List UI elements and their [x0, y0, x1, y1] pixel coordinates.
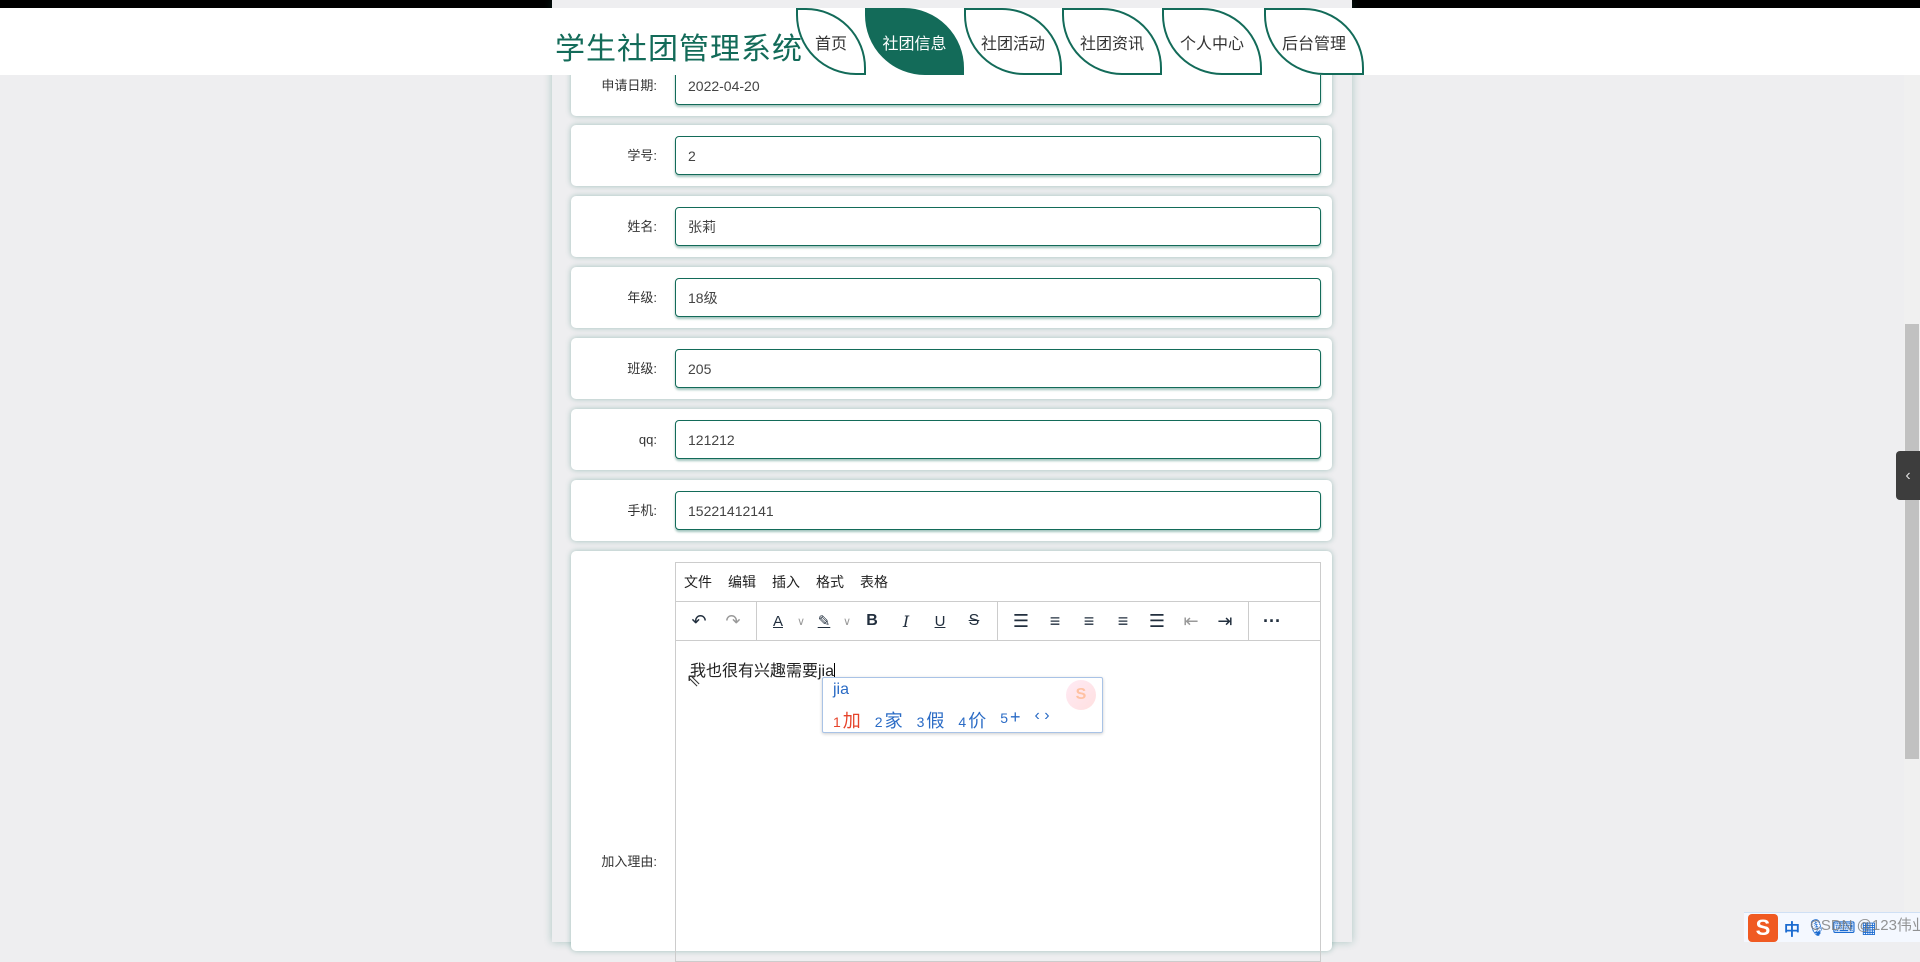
ime-candidate[interactable]: 5 +	[1000, 707, 1020, 733]
menu-table[interactable]: 表格	[860, 572, 888, 592]
ime-page-nav-icon[interactable]: ‹ ›	[1035, 707, 1050, 733]
scrollbar-thumb[interactable]	[1905, 324, 1919, 759]
tab-home[interactable]: 首页	[796, 8, 866, 75]
highlight-icon[interactable]: ✎	[809, 612, 839, 630]
form-row-grade: 年级:	[571, 267, 1332, 328]
reason-label: 加入理由:	[601, 854, 657, 869]
form-row-student-id: 学号:	[571, 125, 1332, 186]
tab-personal-center[interactable]: 个人中心	[1162, 8, 1262, 75]
form-row-phone: 手机:	[571, 480, 1332, 541]
ime-mode[interactable]: 中	[1784, 916, 1800, 940]
chevron-left-icon: ‹	[1905, 467, 1911, 484]
line-height-icon[interactable]: ☰	[1004, 611, 1038, 632]
qq-label: qq:	[638, 432, 657, 447]
form-row-qq: qq:	[571, 409, 1332, 470]
ime-candidate-popup: jia S 1加 2家 3假 4价 5 + ‹ ›	[822, 677, 1103, 733]
mouse-pointer-icon: ⇖	[686, 670, 702, 690]
ime-candidate[interactable]: 3假	[917, 707, 945, 733]
tab-club-news[interactable]: 社团资讯	[1062, 8, 1162, 75]
editor-text: 我也很有兴趣需要jia	[690, 663, 835, 680]
align-center-icon[interactable]: ≡	[1072, 611, 1106, 632]
grade-input[interactable]	[675, 278, 1321, 317]
header: 学生社团管理系统 首页 社团信息 社团活动 社团资讯 个人中心 后台管理	[0, 8, 1920, 75]
bold-icon[interactable]: B	[855, 612, 889, 630]
rich-text-editor: 文件 编辑 插入 格式 表格 ↶ ↷ A ∨ ✎ ∨ B I U S ☰ ≡ ≡…	[675, 562, 1321, 962]
form-row-name: 姓名:	[571, 196, 1332, 257]
grade-label: 年级:	[627, 290, 657, 305]
side-panel-toggle[interactable]: ‹	[1896, 451, 1920, 500]
page-scrollbar[interactable]	[1904, 75, 1920, 942]
align-left-icon[interactable]: ≡	[1038, 611, 1072, 632]
ime-composition: jia	[833, 681, 850, 698]
editor-toolbar: ↶ ↷ A ∨ ✎ ∨ B I U S ☰ ≡ ≡ ≡ ☰ ⇤ ⇥ ···	[676, 602, 1320, 641]
redo-icon[interactable]: ↷	[716, 611, 750, 632]
class-label: 班级:	[627, 361, 657, 376]
phone-input[interactable]	[675, 491, 1321, 530]
name-label: 姓名:	[627, 219, 657, 234]
qq-input[interactable]	[675, 420, 1321, 459]
menu-insert[interactable]: 插入	[772, 572, 800, 592]
name-input[interactable]	[675, 207, 1321, 246]
form-row-reason: 加入理由: 文件 编辑 插入 格式 表格 ↶ ↷ A ∨ ✎ ∨ B I U S…	[571, 551, 1332, 962]
student-id-input[interactable]	[675, 136, 1321, 175]
sogou-logo-icon: S	[1066, 680, 1096, 710]
editor-menubar: 文件 编辑 插入 格式 表格	[676, 563, 1320, 602]
ime-candidates: 1加 2家 3假 4价 5 + ‹ ›	[833, 707, 1050, 733]
tab-club-activities[interactable]: 社团活动	[964, 8, 1062, 75]
form-row-class: 班级:	[571, 338, 1332, 399]
undo-icon[interactable]: ↶	[682, 611, 716, 632]
sogou-icon[interactable]: S	[1748, 913, 1778, 942]
align-justify-icon[interactable]: ☰	[1140, 611, 1174, 632]
watermark: CSDN @123伟业	[1810, 917, 1920, 934]
ime-candidate[interactable]: 2家	[875, 707, 903, 733]
menu-file[interactable]: 文件	[684, 572, 712, 592]
align-right-icon[interactable]: ≡	[1106, 611, 1140, 632]
menu-format[interactable]: 格式	[816, 572, 844, 592]
italic-icon[interactable]: I	[889, 612, 923, 631]
tab-club-info[interactable]: 社团信息	[865, 8, 964, 75]
underline-icon[interactable]: U	[923, 613, 957, 630]
class-input[interactable]	[675, 349, 1321, 388]
site-title: 学生社团管理系统	[555, 33, 803, 66]
ime-candidate[interactable]: 1加	[833, 707, 861, 733]
text-color-icon[interactable]: A	[763, 613, 793, 630]
strikethrough-icon[interactable]: S	[957, 612, 991, 630]
chevron-down-icon[interactable]: ∨	[839, 615, 855, 628]
student-id-label: 学号:	[627, 148, 657, 163]
phone-label: 手机:	[627, 503, 657, 518]
ime-candidate[interactable]: 4价	[958, 707, 986, 733]
indent-icon[interactable]: ⇥	[1208, 611, 1242, 632]
menu-edit[interactable]: 编辑	[728, 572, 756, 592]
outdent-icon[interactable]: ⇤	[1174, 611, 1208, 632]
more-icon[interactable]: ···	[1255, 611, 1289, 632]
chevron-down-icon[interactable]: ∨	[793, 615, 809, 628]
tab-admin[interactable]: 后台管理	[1264, 8, 1364, 75]
